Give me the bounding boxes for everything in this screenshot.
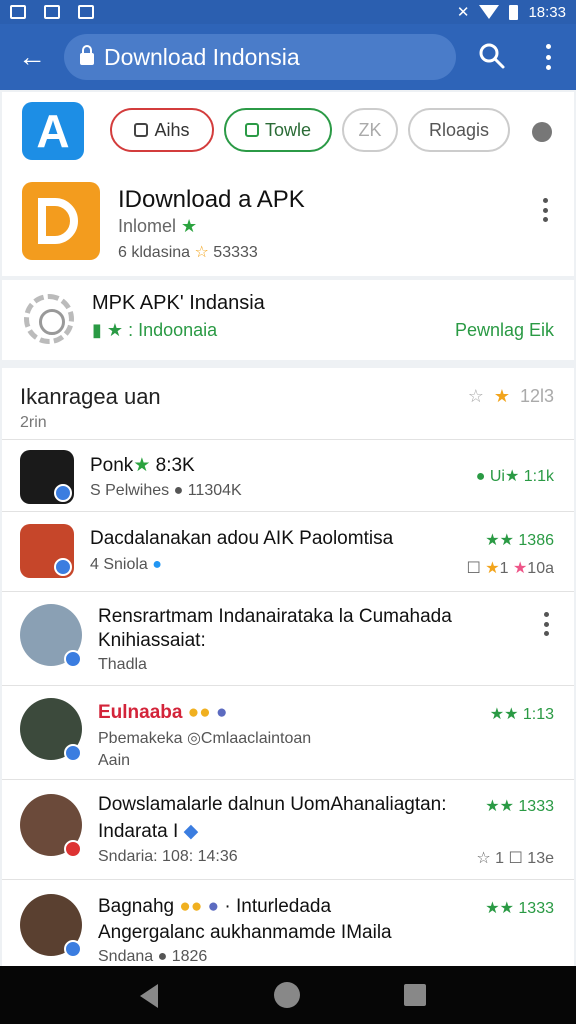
item-rating-secondary: ☐ ★1 ★10a (466, 560, 554, 577)
wifi-icon (479, 5, 500, 19)
item-title-line2: Angergalanc aukhanmamde IMaila (98, 922, 392, 943)
chip-label: ZK (358, 119, 382, 140)
star-icon: ★ (106, 320, 124, 340)
more-vert-icon[interactable] (543, 612, 549, 636)
more-vert-icon[interactable] (542, 198, 548, 222)
app-bar: ← Download Indonsia (0, 24, 576, 90)
lock-icon (80, 45, 94, 65)
item-subtitle: Sndana ● 1826 (98, 948, 208, 965)
status-bar: ✕ 18:33 (0, 0, 576, 24)
verified-icon (64, 650, 82, 668)
item-title-line2: Indarata I ◆ (98, 821, 199, 842)
list-item[interactable]: Bagnahg ●● ● · Inturledada Angergalanc a… (2, 880, 574, 966)
item-rating: ★★ 1386 (485, 532, 554, 549)
verified-icon (64, 940, 82, 958)
list-item[interactable]: Rensrartmam Indanairataka la Cumahada Kn… (2, 592, 574, 686)
item-rating: ★★ 1333 (485, 798, 554, 815)
info-icon[interactable] (532, 122, 552, 142)
list-item[interactable]: Eulnaaba ●● ● Pbemakeka ◎Cmlaaclaintoan … (2, 686, 574, 780)
list-subtitle: 2rin (20, 414, 47, 431)
promo-card[interactable]: MPK APK' Indansia ▮ ★ : Indoonaia Pewnla… (2, 280, 574, 360)
mute-icon: ✕ (456, 4, 470, 21)
gear-icon (24, 294, 74, 344)
star-icon: ★★ (485, 798, 514, 815)
item-rating: ● Ui★ 1:1k (475, 468, 554, 485)
star-icon: ☆ (467, 386, 484, 406)
app-subtitle: Inlomel ★ (118, 216, 198, 236)
list-title: Ikanragea uan (20, 384, 161, 409)
app-meta: 6 kldasina ☆ 53333 (118, 244, 258, 261)
gallery-icon (10, 5, 26, 19)
verified-icon (54, 484, 72, 502)
chip-zk[interactable]: ZK (342, 108, 398, 152)
star-icon: ★ (504, 468, 520, 485)
nav-recents-button[interactable] (404, 984, 426, 1006)
system-nav-bar (0, 966, 576, 1024)
notification-icon (78, 5, 94, 19)
app-title[interactable]: IDownload a APK (118, 186, 305, 214)
item-subtitle: Pbemakeka ◎Cmlaaclaintoan (98, 730, 312, 747)
back-button[interactable]: ← (0, 24, 64, 90)
chip-aihs[interactable]: Aihs (110, 108, 214, 152)
chip-rloagis[interactable]: Rloagis (408, 108, 510, 152)
list-header: Ikanragea uan 2rin ☆ ★ 12l3 (2, 368, 574, 440)
item-title-line2: Knihiassaiat: (98, 630, 206, 651)
promo-title: MPK APK' Indansia (92, 292, 265, 314)
item-rating: ★★ 1333 (485, 900, 554, 917)
more-vert-icon[interactable] (544, 44, 552, 70)
chip-towle[interactable]: Towle (224, 108, 332, 152)
item-subtitle: Thadla (98, 656, 147, 673)
item-rating: ★★ 1:13 (489, 706, 554, 723)
clock: 18:33 (528, 3, 566, 21)
item-subtitle: S Pelwihes ● 11304K (90, 482, 242, 499)
list-item[interactable]: Dacdalanakan adou AIK Paolomtisa 4 Sniol… (2, 512, 574, 592)
app-list: Ikanragea uan 2rin ☆ ★ 12l3 Ponk★ 8:3K S P… (2, 368, 574, 966)
item-title: Dacdalanakan adou AIK Paolomtisa (90, 528, 394, 549)
chip-label: Towle (264, 119, 312, 140)
chip-icon (134, 123, 149, 137)
chip-label: Aihs (154, 119, 190, 140)
featured-card: A Aihs Towle ZK Rloagis IDownload a APK … (2, 92, 574, 276)
item-title: Ponk★ 8:3K (90, 455, 195, 476)
item-subtitle-line2: Aain (98, 752, 131, 769)
star-icon: ☆ (194, 244, 214, 261)
item-subtitle: 4 Sniola ● (90, 556, 162, 573)
battery-icon (509, 4, 519, 20)
star-icon: ★★ (485, 532, 514, 549)
item-title: Rensrartmam Indanairataka la Cumahada (98, 606, 452, 627)
star-icon: ★ (493, 386, 510, 406)
verified-icon: ● (152, 556, 162, 573)
promo-tag: ▮ ★ : Indoonaia (92, 320, 218, 340)
chip-label: Rloagis (428, 119, 490, 140)
star-icon: ★★ (489, 706, 519, 723)
search-icon[interactable] (478, 42, 506, 70)
item-rating-secondary: ☆ 1 ☐ 13e (476, 850, 554, 867)
app-logo[interactable] (22, 182, 100, 260)
screenshot-icon (44, 5, 60, 19)
verified-icon (64, 744, 82, 762)
app-store-icon[interactable]: A (22, 102, 84, 160)
chat-icon: ● (475, 468, 486, 485)
url-text: Download Indonsia (104, 43, 300, 70)
back-arrow-icon: ← (18, 41, 46, 72)
nav-back-button[interactable] (140, 984, 158, 1008)
item-title: Dowslamalarle dalnun UomAhanaliagtan: (98, 794, 447, 815)
item-title: Eulnaaba ●● ● (98, 702, 228, 723)
list-rating: ☆ ★ 12l3 (467, 386, 554, 406)
promo-download-link[interactable]: Pewnlag Eik (455, 320, 554, 341)
star-icon: ★ (181, 216, 198, 236)
chip-icon (244, 123, 259, 137)
item-subtitle: Sndaria: 108: 14:36 (98, 848, 238, 865)
nav-home-button[interactable] (274, 982, 300, 1008)
badge-icon: ▮ (92, 320, 102, 340)
item-title: Bagnahg ●● ● · Inturledada (98, 896, 332, 917)
status-icon (64, 840, 82, 858)
verified-icon (54, 558, 72, 576)
list-item[interactable]: Ponk★ 8:3K S Pelwihes ● 11304K ● Ui★ 1:1… (2, 440, 574, 512)
url-bar[interactable]: Download Indonsia (64, 34, 456, 80)
list-item[interactable]: Dowslamalarle dalnun UomAhanaliagtan: In… (2, 780, 574, 880)
star-icon: ★★ (485, 900, 514, 917)
